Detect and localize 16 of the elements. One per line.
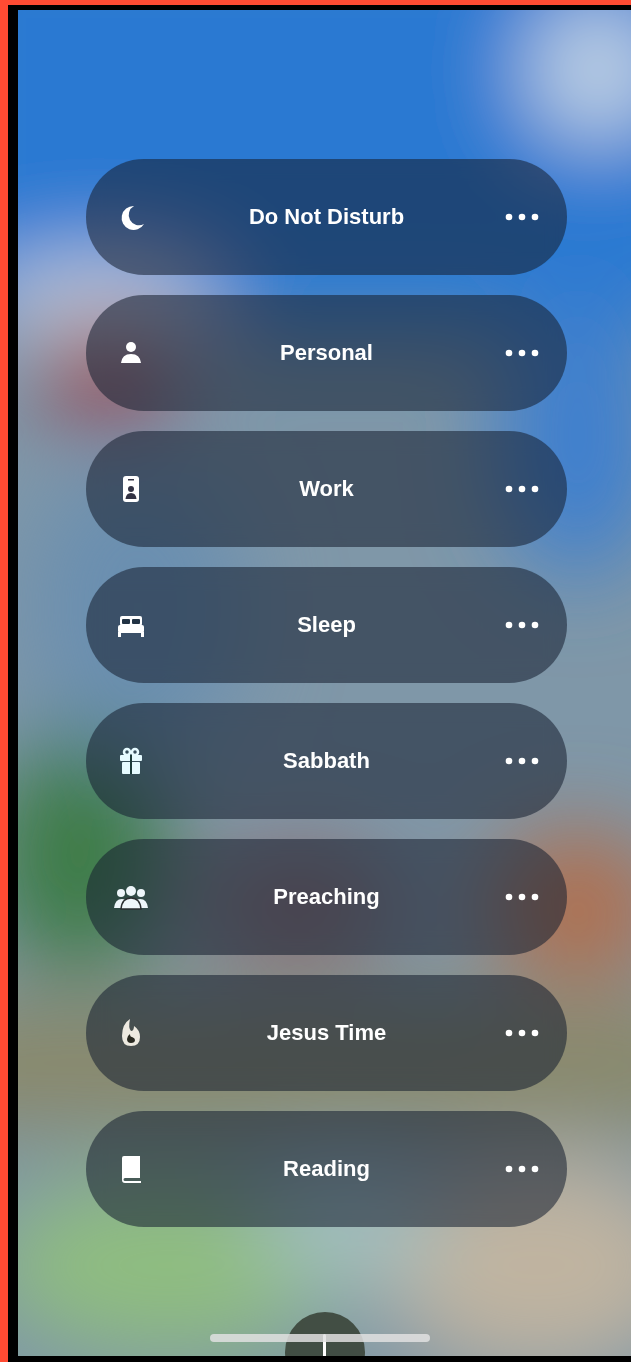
focus-mode-button[interactable]: Jesus Time (86, 975, 567, 1091)
focus-mode-button[interactable]: Sabbath (86, 703, 567, 819)
more-icon[interactable] (505, 213, 539, 221)
more-icon[interactable] (505, 485, 539, 493)
more-icon[interactable] (505, 621, 539, 629)
focus-mode-button[interactable]: Reading (86, 1111, 567, 1227)
focus-mode-button[interactable]: Sleep (86, 567, 567, 683)
focus-mode-button[interactable]: Do Not Disturb (86, 159, 567, 275)
focus-mode-button[interactable]: Preaching (86, 839, 567, 955)
more-icon[interactable] (505, 757, 539, 765)
more-icon[interactable] (505, 1029, 539, 1037)
focus-mode-button[interactable]: Work (86, 431, 567, 547)
focus-mode-button[interactable]: Personal (86, 295, 567, 411)
more-icon[interactable] (505, 893, 539, 901)
more-icon[interactable] (505, 1165, 539, 1173)
more-icon[interactable] (505, 349, 539, 357)
